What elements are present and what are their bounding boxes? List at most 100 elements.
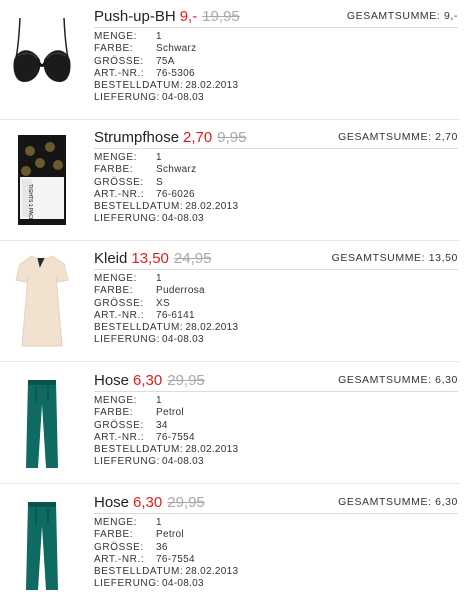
quantity-value: 1 [156,395,162,406]
quantity-label: MENGE: [94,31,138,42]
color-value: Schwarz [156,164,197,176]
delivery-label: LIEFERUNG: [94,213,161,225]
sale-price: 13,50 [131,250,169,267]
quantity-value: 1 [156,152,162,163]
delivery-value: 04-08.03 [162,456,204,468]
item-divider [0,483,460,484]
trousers-image [26,380,58,468]
article-number-label: ART.-NR.: [94,67,145,79]
product-name: Strumpfhose [94,129,180,146]
size-label: GRÖSSE: [94,55,144,67]
color-label: FARBE: [94,529,134,541]
item-total: GESAMTSUMME: 9,- [347,10,458,22]
size-label: GRÖSSE: [94,297,144,309]
product-title[interactable]: Push-up-BH 9,- 19,95 [94,8,240,25]
product-name: Hose [94,494,130,511]
article-number-label: ART.-NR.: [94,553,145,565]
color-value: Schwarz [156,43,197,55]
delivery-value: 04-08.03 [162,578,204,590]
product-name: Kleid [94,250,128,267]
total-value: 13,50 [428,252,458,264]
color-value: Petrol [156,529,184,541]
delivery-label: LIEFERUNG: [94,92,161,104]
order-date-label: BESTELLDATUM: [94,201,184,213]
quantity-label: MENGE: [94,395,138,406]
sale-price: 2,70 [183,129,213,146]
product-title[interactable]: Hose 6,30 29,95 [94,372,205,389]
product-image-tights[interactable]: TIGHTS 1 PACK [6,129,78,229]
item-total: GESAMTSUMME: 13,50 [332,252,458,264]
sale-price: 6,30 [133,372,163,389]
delivery-value: 04-08.03 [162,213,204,225]
color-label: FARBE: [94,285,134,297]
item-total: GESAMTSUMME: 2,70 [338,131,458,143]
total-value: 6,30 [435,374,458,386]
article-number-value: 76-7554 [156,553,195,565]
original-price: 9,95 [217,129,247,146]
product-image-trousers[interactable] [6,372,78,472]
size-label: GRÖSSE: [94,176,144,188]
item-details: MENGE: 1 FARBE: Puderrosa GRÖSSE: XS ART.-N… [94,273,238,347]
tights-package-image [18,135,66,225]
article-number-label: ART.-NR.: [94,431,145,443]
item-total: GESAMTSUMME: 6,30 [338,374,458,386]
delivery-label: LIEFERUNG: [94,334,161,346]
order-item: Kleid 13,50 24,95 GESAMTSUMME: 13,50 MENGE… [0,242,466,362]
item-details: MENGE: 1 FARBE: Schwarz GRÖSSE: 75A ART.-NR… [94,31,238,105]
order-item: TIGHTS 1 PACK Strumpfhose 2,70 9,95 GESAMT… [0,121,466,241]
color-label: FARBE: [94,43,134,55]
product-image-dress[interactable] [6,250,78,350]
divider [94,269,458,270]
article-number-value: 76-5306 [156,67,195,79]
order-item: Hose 6,30 29,95 GESAMTSUMME: 6,30 MENGE: 1 … [0,486,466,604]
product-image-bra[interactable] [6,8,78,108]
divider [94,391,458,392]
total-label: GESAMTSUMME: [338,131,432,143]
color-value: Petrol [156,407,184,419]
order-item: Hose 6,30 29,95 GESAMTSUMME: 6,30 MENGE: 1 … [0,364,466,484]
quantity-label: MENGE: [94,517,138,528]
product-image-trousers[interactable] [6,494,78,594]
item-divider [0,240,460,241]
order-date-value: 28.02.2013 [185,566,239,578]
delivery-value: 04-08.03 [162,334,204,346]
product-name: Hose [94,372,130,389]
total-value: 6,30 [435,496,458,508]
total-label: GESAMTSUMME: [338,374,432,386]
size-label: GRÖSSE: [94,419,144,431]
order-date-label: BESTELLDATUM: [94,444,184,456]
order-date-label: BESTELLDATUM: [94,80,184,92]
original-price: 19,95 [202,8,240,25]
trousers-image [26,502,58,590]
total-value: 9,- [443,10,458,22]
product-title[interactable]: Kleid 13,50 24,95 [94,250,211,267]
divider [94,513,458,514]
order-date-value: 28.02.2013 [185,322,239,334]
size-value: 36 [156,541,168,553]
size-value: 34 [156,419,168,431]
color-label: FARBE: [94,407,134,419]
order-date-value: 28.02.2013 [185,80,239,92]
sale-price: 9,- [179,8,198,25]
total-label: GESAMTSUMME: [338,496,432,508]
product-title[interactable]: Strumpfhose 2,70 9,95 [94,129,246,146]
total-label: GESAMTSUMME: [346,10,441,22]
quantity-value: 1 [156,31,162,42]
size-value: S [156,176,163,188]
size-value: 75A [156,55,175,67]
article-number-value: 76-6141 [156,309,195,321]
product-title[interactable]: Hose 6,30 29,95 [94,494,205,511]
total-value: 2,70 [435,131,458,143]
original-price: 29,95 [167,494,205,511]
delivery-label: LIEFERUNG: [94,578,161,590]
item-details: MENGE: 1 FARBE: Petrol GRÖSSE: 36 ART.-NR.:… [94,517,238,591]
original-price: 24,95 [173,250,212,267]
divider [94,27,458,28]
order-item: Push-up-BH 9,- 19,95 GESAMTSUMME: 9,- MENG… [0,0,466,120]
item-total: GESAMTSUMME: 6,30 [338,496,458,508]
item-divider [0,119,460,120]
package-label: TIGHTS 1 PACK [27,184,33,222]
color-value: Puderrosa [156,285,205,297]
size-label: GRÖSSE: [94,541,144,553]
product-name: Push-up-BH [94,8,176,25]
